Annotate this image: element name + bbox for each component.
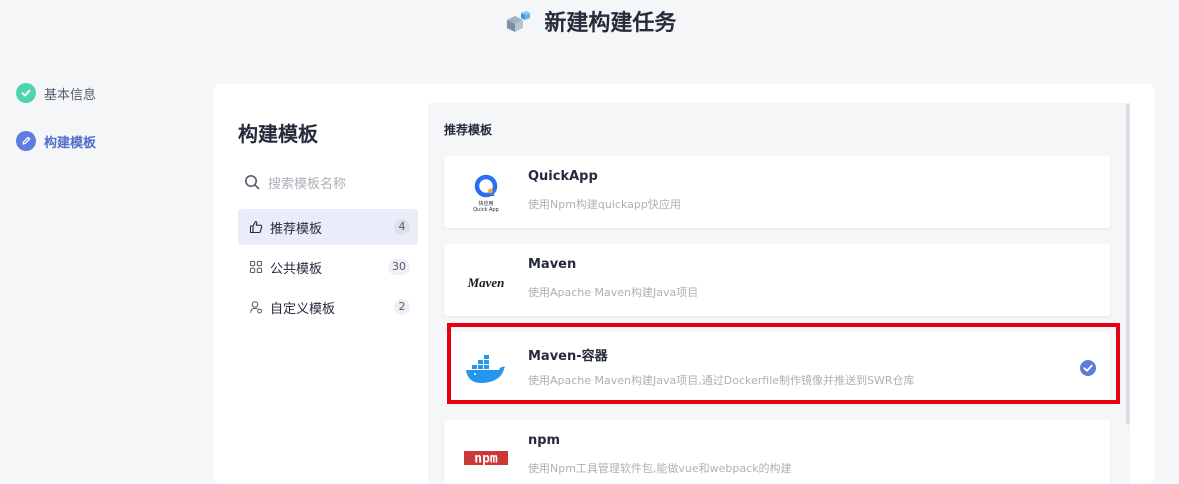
template-item-maven[interactable]: Maven Maven 使用Apache Maven构建Java项目 [444, 244, 1110, 316]
count-badge: 4 [394, 219, 410, 235]
check-icon [16, 83, 36, 103]
template-list-panel: 推荐模板 快应用 Quick App QuickApp 使用Npm构建quick… [428, 103, 1130, 484]
template-name: Maven [528, 257, 577, 272]
npm-logo-icon: npm [460, 438, 512, 478]
maven-logo-icon: Maven [460, 262, 512, 302]
svg-text:Maven: Maven [467, 275, 505, 290]
docker-whale-icon [460, 350, 512, 390]
user-icon [248, 299, 264, 315]
step-label: 基本信息 [44, 87, 97, 103]
template-search [238, 171, 418, 197]
panel-title: 构建模板 [238, 122, 318, 146]
count-badge: 2 [394, 299, 410, 315]
svg-text:npm: npm [474, 452, 498, 467]
template-name: Maven-容器 [528, 349, 608, 364]
svg-text:快应用: 快应用 [478, 200, 493, 207]
template-description: 使用Npm构建quickapp快应用 [528, 198, 681, 211]
cube-icon [503, 10, 531, 44]
search-icon [244, 174, 260, 194]
thumbs-up-icon [248, 219, 264, 235]
svg-text:Quick App: Quick App [473, 207, 499, 213]
template-description: 使用Apache Maven构建Java项目,通过Dockerfile制作镜像并… [528, 374, 915, 387]
scrollbar[interactable] [1126, 103, 1130, 425]
page-title: 新建构建任务 [0, 8, 1179, 44]
template-category-panel: 构建模板 推荐模板 4 公共模板 30 [238, 84, 418, 329]
category-recommended[interactable]: 推荐模板 4 [238, 209, 418, 245]
template-item-quickapp[interactable]: 快应用 Quick App QuickApp 使用Npm构建quickapp快应… [444, 156, 1110, 228]
category-label: 推荐模板 [270, 221, 323, 237]
category-public[interactable]: 公共模板 30 [238, 249, 418, 285]
template-card: 构建模板 推荐模板 4 公共模板 30 [214, 84, 1154, 484]
template-name: npm [528, 433, 561, 448]
step-label: 构建模板 [44, 135, 97, 151]
template-description: 使用Apache Maven构建Java项目 [528, 286, 699, 299]
step-build-template[interactable]: 构建模板 [16, 130, 196, 152]
search-input[interactable] [268, 176, 408, 192]
quickapp-logo-icon: 快应用 Quick App [460, 174, 512, 214]
category-label: 公共模板 [270, 261, 323, 277]
count-badge: 30 [388, 259, 410, 275]
category-custom[interactable]: 自定义模板 2 [238, 289, 418, 325]
category-label: 自定义模板 [270, 301, 336, 317]
template-item-maven-container[interactable]: Maven-容器 使用Apache Maven构建Java项目,通过Docker… [444, 332, 1110, 404]
template-name: QuickApp [528, 169, 598, 184]
page-title-text: 新建构建任务 [544, 11, 677, 36]
step-basic-info[interactable]: 基本信息 [16, 82, 196, 104]
template-description: 使用Npm工具管理软件包,能做vue和webpack的构建 [528, 462, 792, 475]
step-nav: 基本信息 构建模板 [16, 82, 196, 178]
category-list: 推荐模板 4 公共模板 30 自定义模板 2 [238, 209, 418, 325]
section-title: 推荐模板 [444, 123, 493, 137]
selected-check-icon [1080, 360, 1096, 380]
pencil-icon [16, 131, 36, 151]
grid-icon [248, 259, 264, 275]
template-item-npm[interactable]: npm npm 使用Npm工具管理软件包,能做vue和webpack的构建 [444, 420, 1110, 484]
